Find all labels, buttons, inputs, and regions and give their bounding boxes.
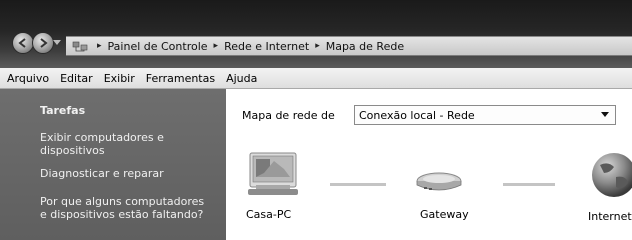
- missing-devices-help-link[interactable]: Por que alguns computadores e dispositiv…: [40, 195, 220, 221]
- diagnose-repair-link[interactable]: Diagnosticar e reparar: [40, 167, 220, 180]
- address-bar[interactable]: ▸ Painel de Controle ▸ Rede e Internet ▸…: [66, 36, 632, 56]
- breadcrumb-network-internet[interactable]: Rede e Internet: [224, 40, 309, 53]
- connection-line: [330, 183, 386, 186]
- menu-file[interactable]: Arquivo: [2, 72, 54, 85]
- link-line: Diagnosticar e reparar: [40, 167, 164, 180]
- menu-edit[interactable]: Editar: [55, 72, 98, 85]
- forward-button[interactable]: [32, 32, 54, 54]
- recent-pages-dropdown-icon[interactable]: [53, 38, 61, 46]
- menu-tools[interactable]: Ferramentas: [141, 72, 220, 85]
- link-line: e dispositivos estão faltando?: [40, 208, 204, 221]
- forward-arrow-icon: [40, 38, 48, 48]
- selected-network: Conexão local - Rede: [359, 108, 475, 122]
- link-line: dispositivos: [40, 144, 105, 157]
- gateway-node[interactable]: Gateway: [406, 157, 476, 221]
- breadcrumb-separator: ▸: [97, 41, 102, 51]
- internet-node-label: Internet: [588, 210, 632, 223]
- breadcrumb-network-map[interactable]: Mapa de Rede: [326, 40, 404, 53]
- gateway-node-label: Gateway: [420, 208, 469, 221]
- network-map-of-label: Mapa de rede de: [242, 109, 335, 122]
- back-arrow-icon: [18, 38, 26, 48]
- computer-icon: [248, 152, 298, 195]
- back-button[interactable]: [12, 32, 34, 54]
- breadcrumb-control-panel[interactable]: Painel de Controle: [108, 40, 208, 53]
- computer-node[interactable]: Casa-PC: [240, 151, 300, 221]
- connection-line: [503, 183, 555, 186]
- chevron-down-icon: [601, 112, 609, 117]
- menu-bar: Arquivo Editar Exibir Ferramentas Ajuda: [0, 68, 632, 89]
- network-selector-dropdown[interactable]: Conexão local - Rede: [354, 105, 616, 125]
- menu-view[interactable]: Exibir: [99, 72, 140, 85]
- network-map-content: Mapa de rede de Conexão local - Rede Cas…: [226, 89, 632, 240]
- tasks-pane: Tarefas Exibir computadores e dispositiv…: [0, 89, 226, 240]
- tasks-heading: Tarefas: [40, 104, 86, 117]
- internet-node[interactable]: Internet: [584, 151, 632, 223]
- breadcrumb-separator: ▸: [213, 41, 219, 51]
- network-map-window: ▸ Painel de Controle ▸ Rede e Internet ▸…: [0, 0, 632, 240]
- title-bar: ▸ Painel de Controle ▸ Rede e Internet ▸…: [0, 0, 632, 68]
- breadcrumb-separator: ▸: [315, 41, 320, 51]
- globe-icon: [592, 153, 632, 197]
- link-line: Por que alguns computadores: [40, 195, 205, 208]
- menu-help[interactable]: Ajuda: [221, 72, 262, 85]
- router-icon: [416, 172, 462, 191]
- computer-node-label: Casa-PC: [246, 208, 292, 221]
- view-computers-devices-link[interactable]: Exibir computadores e dispositivos: [40, 131, 220, 157]
- network-folder-icon: [72, 39, 88, 53]
- link-line: Exibir computadores e: [40, 131, 164, 144]
